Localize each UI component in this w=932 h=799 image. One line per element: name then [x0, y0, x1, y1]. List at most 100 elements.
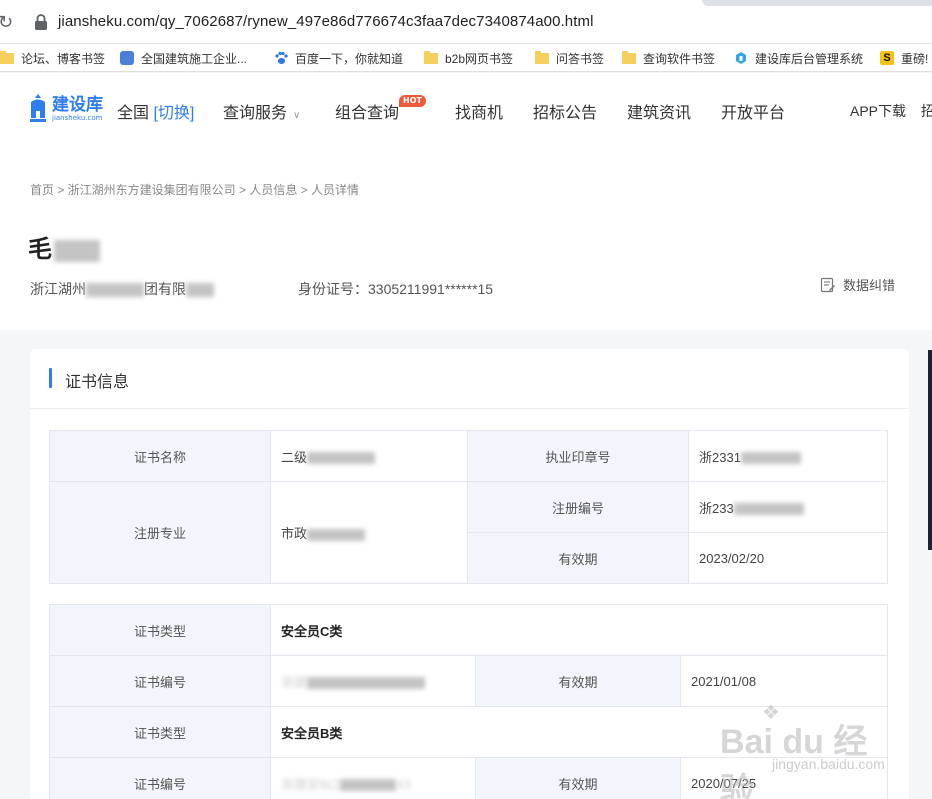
redacted-blur — [54, 239, 100, 262]
site-header: 建设库 jiansheku.com 全国 [切换] 查询服务 ∨ 组合查询 找商机… — [0, 73, 932, 145]
redacted-blur — [86, 283, 144, 298]
region-selector[interactable]: 全国 [切换] — [117, 99, 194, 123]
id-value: 3305211991******15 — [368, 281, 494, 297]
major-label: 注册专业 — [49, 481, 271, 584]
bookmarks-bar: 论坛、博客书签 全国建筑施工企业... 百度一下，你就知道 b2b网页书签 问答… — [0, 44, 932, 72]
bookmark-qa[interactable]: 问答书签 — [535, 49, 604, 67]
table-row: 证书类型 安全员B类 — [49, 706, 889, 758]
data-correction-button[interactable]: 数据纠错 — [820, 275, 895, 294]
app-download-link[interactable]: APP下载 — [850, 101, 906, 121]
nav-open-platform[interactable]: 开放平台 — [721, 99, 785, 123]
card-header: 证书信息 — [30, 349, 909, 409]
bookmark-admin[interactable]: 建设库后台管理系统 — [734, 49, 863, 67]
reg-no-text: 浙233 — [699, 500, 734, 516]
nav-query-service[interactable]: 查询服务 ∨ — [223, 99, 300, 123]
company-prefix: 浙江湖州 — [30, 281, 86, 297]
cert-type-value: 安全员C类 — [269, 604, 889, 656]
person-summary-panel — [0, 145, 932, 330]
bookmark-label: 查询软件书签 — [643, 51, 716, 66]
bookmark-label: 建设库后台管理系统 — [755, 51, 864, 66]
validity-label: 有效期 — [475, 757, 681, 799]
redacted-blur — [307, 677, 426, 690]
bookmark-b2b[interactable]: b2b网页书签 — [424, 49, 513, 67]
person-name-text: 毛 — [28, 236, 52, 263]
region-label: 全国 — [117, 105, 150, 122]
table-row: 证书类型 安全员C类 — [49, 604, 889, 656]
reload-icon[interactable]: ↻ — [0, 12, 13, 33]
reg-no-value: 浙233 — [688, 481, 888, 533]
edit-note-icon — [820, 277, 835, 292]
region-switch-link[interactable]: [切换] — [153, 105, 194, 122]
table-row: 证书编号 浙建 有效期 2021/01/08 — [49, 655, 889, 707]
right-nav-cut-link[interactable]: 招 — [921, 101, 932, 121]
cert-no-value: 浙建 — [270, 655, 476, 707]
nav-construction-news[interactable]: 建筑资讯 — [627, 99, 691, 123]
folder-icon — [424, 50, 438, 64]
card-title: 证书信息 — [65, 374, 130, 391]
redacted-blur — [307, 452, 376, 465]
breadcrumb[interactable]: 首页 > 浙江湖州东方建设集团有限公司 > 人员信息 > 人员详情 — [30, 181, 359, 198]
folder-icon — [622, 50, 636, 64]
bookmark-label: 论坛、博客书签 — [21, 51, 106, 66]
cert-name-label: 证书名称 — [49, 430, 271, 482]
browser-address-bar: ↻ jiansheku.com/qy_7062687/rynew_497e86d… — [0, 0, 932, 44]
site-icon — [120, 51, 134, 65]
id-label: 身份证号： — [298, 281, 368, 297]
feedback-label: 数据纠错 — [843, 278, 896, 293]
registration-cert-table: 证书名称 二级 执业印章号 浙2331 注册专业 市政 注册编号 浙233 有效… — [49, 430, 888, 584]
bookmark-baidu[interactable]: 百度一下，你就知道 — [274, 49, 403, 67]
nav-label: 查询服务 — [223, 105, 288, 122]
seal-no-label: 执业印章号 — [467, 430, 689, 482]
cert-type-value: 安全员B类 — [269, 706, 889, 758]
s-icon: S — [880, 51, 894, 65]
company-name[interactable]: 浙江湖州 团有限 — [30, 279, 214, 299]
title-accent-bar — [49, 368, 52, 388]
bookmark-important[interactable]: S 重磅! — [880, 49, 928, 67]
chevron-down-icon: ∨ — [293, 110, 301, 121]
side-panel-edge — [928, 350, 932, 550]
seal-no-value: 浙2331 — [688, 430, 888, 482]
site-logo[interactable]: 建设库 jiansheku.com — [28, 93, 103, 125]
nav-label: 建筑资讯 — [627, 105, 692, 122]
cert-no-text: 浙建 — [281, 674, 308, 690]
cert-name-value: 二级 — [270, 430, 468, 482]
major-value: 市政 — [270, 481, 468, 584]
url-text[interactable]: jiansheku.com/qy_7062687/rynew_497e86d77… — [58, 13, 594, 30]
logo-brand-text: 建设库 — [52, 94, 103, 114]
validity-label: 有效期 — [475, 655, 681, 707]
lock-icon[interactable] — [34, 14, 48, 30]
nav-combined-query[interactable]: 组合查询 — [335, 99, 399, 123]
bookmark-label: 问答书签 — [556, 51, 605, 66]
validity-value: 2023/02/20 — [688, 532, 888, 584]
id-number: 身份证号：3305211991******15 — [298, 279, 493, 299]
redacted-blur — [740, 452, 801, 465]
logo-domain-text: jiansheku.com — [52, 113, 103, 122]
certificate-card: 证书信息 证书名称 二级 执业印章号 浙2331 注册专业 市政 注册编号 浙2… — [30, 349, 909, 799]
nav-label: 找商机 — [455, 105, 504, 122]
baidu-paw-icon — [275, 51, 288, 64]
validity-value: 2020/07/25 — [679, 757, 889, 799]
bookmark-forum[interactable]: 论坛、博客书签 — [0, 49, 105, 67]
nav-tender-notice[interactable]: 招标公告 — [533, 99, 597, 123]
cert-no-value: 浙建安B(2 43 — [270, 757, 476, 799]
validity-label: 有效期 — [467, 532, 689, 584]
cert-name-text: 二级 — [281, 449, 308, 465]
folder-icon — [0, 50, 14, 64]
redacted-blur — [733, 503, 804, 516]
cert-no-label: 证书编号 — [49, 757, 271, 799]
cert-no-tail: 43 — [396, 776, 411, 792]
bookmark-label: 百度一下，你就知道 — [295, 51, 404, 66]
nav-label: 开放平台 — [721, 105, 786, 122]
table-row: 证书名称 二级 执业印章号 浙2331 — [49, 430, 888, 482]
redacted-blur — [340, 779, 397, 792]
nav-find-business[interactable]: 找商机 — [455, 99, 503, 123]
person-name: 毛 — [28, 229, 100, 264]
redacted-blur — [186, 283, 214, 298]
redacted-blur — [307, 528, 366, 541]
bookmark-construction[interactable]: 全国建筑施工企业... — [120, 49, 247, 67]
cert-type-label: 证书类型 — [49, 604, 271, 656]
bookmark-label: 全国建筑施工企业... — [141, 51, 248, 66]
company-mid: 团有限 — [144, 281, 186, 297]
bookmark-query[interactable]: 查询软件书签 — [622, 49, 715, 67]
tab-strip-edge — [702, 0, 932, 6]
